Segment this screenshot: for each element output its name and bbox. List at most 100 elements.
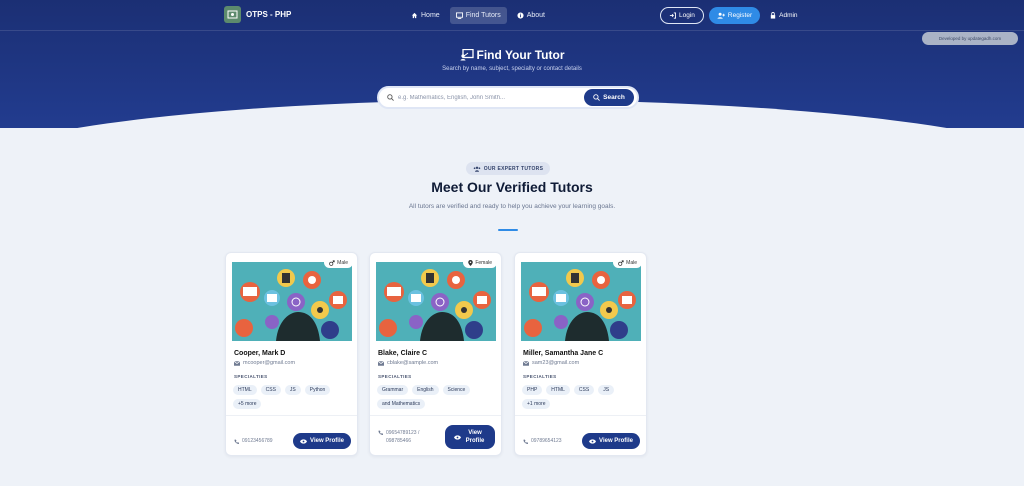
nav-find-tutors[interactable]: Find Tutors [449, 7, 507, 24]
chalkboard-icon [455, 12, 463, 19]
tutor-card: Male Miller, Samantha Jane C sam23@gmail… [514, 252, 647, 456]
gender-label: Male [626, 259, 637, 266]
hero-title: Find Your Tutor [0, 48, 1024, 62]
nav-find-tutors-label: Find Tutors [465, 12, 501, 19]
specialty-tags: Grammar English Science and Mathematics [377, 385, 497, 409]
view-profile-button[interactable]: View Profile [582, 433, 640, 449]
developer-badge[interactable]: Developed by updategadh.com [922, 32, 1018, 45]
tutor-email-text: mcooper@gmail.com [243, 360, 296, 366]
nav-actions: Login Register Admin [660, 7, 798, 24]
specialty-tags: HTML CSS JS Python +5 more [233, 385, 353, 409]
tutor-thumbnail [521, 262, 641, 341]
info-icon [517, 12, 524, 19]
tutor-thumbnail [232, 262, 352, 341]
card-divider [515, 415, 646, 416]
more-tag[interactable]: +1 more [522, 399, 551, 409]
tutor-email: cblake@sample.com [378, 360, 438, 366]
phone-icon [378, 430, 383, 435]
male-icon [329, 259, 335, 266]
tutor-email: mcooper@gmail.com [234, 360, 295, 366]
specialty-tags: PHP HTML CSS JS +1 more [522, 385, 642, 409]
search-button[interactable]: Search [584, 89, 634, 106]
users-icon [473, 166, 481, 172]
tutor-phone-text: 09789654123 [531, 438, 562, 444]
sign-in-icon [669, 12, 676, 19]
tutor-email-text: sam23@gmail.com [532, 360, 580, 366]
search-icon [593, 94, 601, 101]
login-label: Login [679, 12, 695, 19]
view-profile-label: View Profile [465, 430, 485, 444]
envelope-icon [523, 360, 529, 366]
education-illustration-icon [521, 262, 641, 341]
navbar: OTPS - PHP Home Find Tutors About Login … [0, 0, 1024, 31]
education-illustration-icon [376, 262, 496, 341]
tutor-card: Male Cooper, Mark D mcooper@gmail.com SP… [225, 252, 358, 456]
card-divider [370, 415, 501, 416]
gender-label: Female [475, 259, 492, 266]
view-profile-label: View Profile [310, 438, 344, 444]
brand-name: OTPS - PHP [246, 10, 292, 19]
view-profile-label: View Profile [599, 438, 633, 444]
login-button[interactable]: Login [660, 7, 704, 24]
gender-label: Male [337, 259, 348, 266]
section-pill-label: OUR EXPERT TUTORS [483, 165, 544, 172]
specialty-tag: JS [284, 385, 301, 395]
tutor-name: Cooper, Mark D [234, 350, 286, 357]
search-button-label: Search [603, 94, 625, 101]
education-illustration-icon [232, 262, 352, 341]
nav-about[interactable]: About [511, 7, 551, 24]
specialty-tag: CSS [573, 385, 595, 395]
admin-label: Admin [779, 12, 798, 19]
nav-links: Home Find Tutors About [405, 7, 551, 24]
specialty-tag: CSS [260, 385, 281, 395]
register-label: Register [727, 12, 753, 19]
tutor-card: Female Blake, Claire C cblake@sample.com… [369, 252, 502, 456]
tutor-phone: 09789654123 [523, 438, 562, 444]
tutor-name: Blake, Claire C [378, 350, 428, 357]
specialty-tag: and Mathematics [377, 399, 426, 409]
location-pin-icon [468, 259, 474, 266]
search-input[interactable] [398, 94, 584, 101]
specialty-tag: Python [304, 385, 331, 395]
section-title: Meet Our Verified Tutors [431, 179, 593, 195]
admin-link[interactable]: Admin [770, 12, 798, 19]
specialty-tag: Grammar [377, 385, 409, 395]
tutor-phone-text: 09123456789 [242, 438, 273, 444]
tutor-phone-text: 09654789123 / 098785466 [386, 430, 420, 444]
title-underline [498, 229, 518, 231]
view-profile-button[interactable]: View Profile [293, 433, 351, 449]
search-bar: Search [377, 86, 639, 109]
hero-subtitle: Search by name, subject, specialty or co… [442, 66, 582, 72]
specialties-label: SPECIALTIES [523, 374, 557, 379]
brand[interactable]: OTPS - PHP [224, 6, 291, 23]
eye-icon [300, 438, 308, 444]
section-description: All tutors are verified and ready to hel… [408, 203, 616, 210]
gender-badge: Male [324, 257, 353, 268]
chalkboard-teacher-icon [460, 48, 474, 61]
user-plus-icon [717, 12, 725, 19]
register-button[interactable]: Register [708, 7, 761, 24]
card-divider [226, 415, 357, 416]
eye-icon [454, 434, 461, 440]
tutor-phone: 09123456789 [234, 438, 273, 444]
male-icon [618, 259, 624, 266]
specialty-tag: PHP [522, 385, 543, 395]
more-tag[interactable]: +5 more [233, 399, 262, 409]
phone-icon [234, 439, 239, 444]
specialty-tag: HTML [546, 385, 570, 395]
home-icon [411, 12, 418, 19]
nav-home[interactable]: Home [405, 7, 446, 24]
specialties-label: SPECIALTIES [378, 374, 412, 379]
tutor-thumbnail [376, 262, 496, 341]
tutor-email: sam23@gmail.com [523, 360, 579, 366]
envelope-icon [378, 360, 384, 366]
specialty-tag: Science [442, 385, 471, 395]
search-icon [387, 94, 394, 101]
tutor-name: Miller, Samantha Jane C [523, 350, 604, 357]
hero-title-text: Find Your Tutor [476, 48, 565, 62]
tutor-phone: 09654789123 / 098785466 [378, 429, 434, 445]
gender-badge: Male [613, 257, 642, 268]
nav-about-label: About [526, 12, 545, 19]
view-profile-button[interactable]: View Profile [445, 425, 495, 449]
specialty-tag: JS [598, 385, 615, 395]
